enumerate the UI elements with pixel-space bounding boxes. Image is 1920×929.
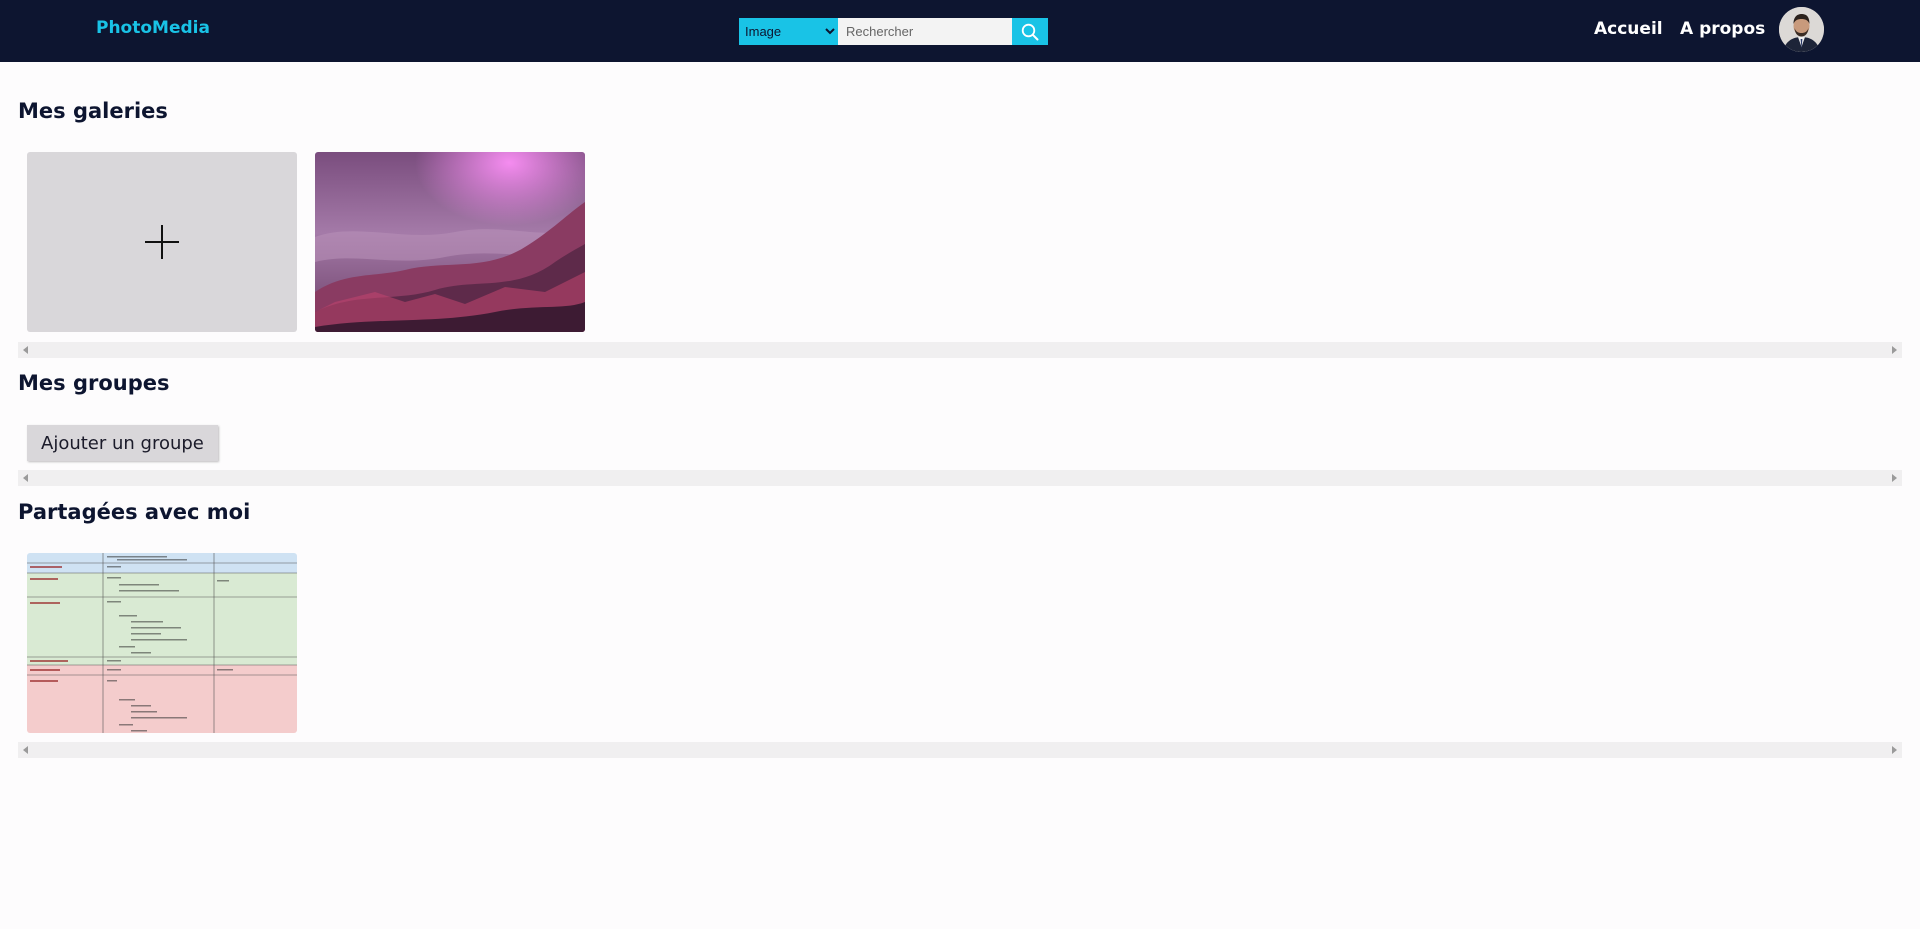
groups-scrollbar[interactable] xyxy=(18,470,1902,486)
section-title-groups: Mes groupes xyxy=(18,371,170,395)
search-icon xyxy=(1021,23,1039,40)
top-navbar: PhotoMedia Image Accueil A propos xyxy=(0,0,1920,62)
nav-link-home[interactable]: Accueil xyxy=(1594,19,1663,39)
brand-logo-link[interactable]: PhotoMedia xyxy=(96,18,210,38)
galleries-scrollbar[interactable] xyxy=(18,342,1902,358)
search-type-select[interactable]: Image xyxy=(739,18,838,45)
search-button[interactable] xyxy=(1012,18,1048,45)
scroll-left-arrow-icon[interactable] xyxy=(23,474,28,482)
section-title-shared: Partagées avec moi xyxy=(18,500,251,524)
plus-icon xyxy=(145,225,179,259)
avatar-image xyxy=(1779,7,1824,52)
scroll-left-arrow-icon[interactable] xyxy=(23,746,28,754)
shared-row xyxy=(27,553,297,733)
shared-gallery-card[interactable] xyxy=(27,553,297,733)
add-group-button[interactable]: Ajouter un groupe xyxy=(27,425,218,461)
galleries-row xyxy=(27,152,585,332)
shared-scrollbar[interactable] xyxy=(18,742,1902,758)
shared-cover-image xyxy=(27,553,297,733)
nav-link-about[interactable]: A propos xyxy=(1680,19,1765,39)
add-gallery-card[interactable] xyxy=(27,152,297,332)
scroll-left-arrow-icon[interactable] xyxy=(23,346,28,354)
gallery-card[interactable] xyxy=(315,152,585,332)
section-title-galleries: Mes galeries xyxy=(18,99,168,123)
search-bar: Image xyxy=(739,18,1048,45)
scroll-right-arrow-icon[interactable] xyxy=(1892,346,1897,354)
search-input[interactable] xyxy=(838,18,1012,45)
gallery-cover-image xyxy=(315,152,585,332)
user-avatar[interactable] xyxy=(1779,7,1824,52)
scroll-right-arrow-icon[interactable] xyxy=(1892,746,1897,754)
scroll-right-arrow-icon[interactable] xyxy=(1892,474,1897,482)
